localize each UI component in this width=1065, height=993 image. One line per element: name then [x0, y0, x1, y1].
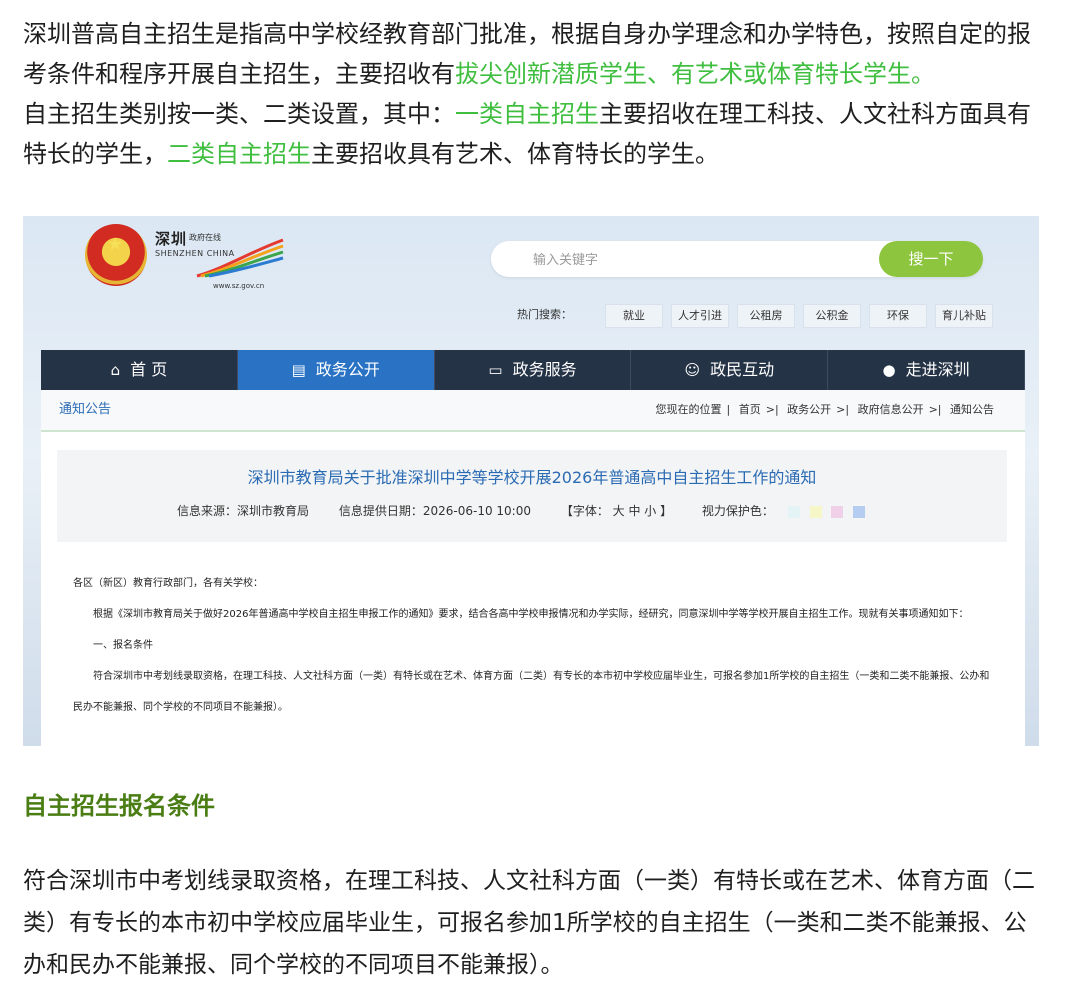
- nav-label: 走进深圳: [905, 360, 970, 379]
- eye-protection-label: 视力保护色：: [701, 504, 774, 518]
- logo-english: SHENZHEN CHINA: [155, 249, 235, 258]
- intro-text: 深圳普高自主招生是指高中学校经教育部门批准，根据自身办学理念和办学特色，按照自定…: [23, 14, 1033, 174]
- logo-swoosh-icon: [196, 238, 284, 278]
- breadcrumb: 您现在的位置 | 首页 >| 政务公开 >| 政府信息公开 >| 通知公告: [655, 403, 994, 416]
- section-title: 通知公告: [59, 402, 112, 417]
- article-meta: 信息来源：深圳市教育局 信息提供日期：2026-06-10 10:00 【字体：…: [177, 502, 866, 519]
- breadcrumb-bar: 通知公告 您现在的位置 | 首页 >| 政务公开 >| 政府信息公开 >| 通知公告: [41, 390, 1025, 432]
- hot-tag[interactable]: 人才引进: [671, 304, 729, 328]
- highlight-text: 拔尖创新潜质学生、有艺术或体育特长学生。: [455, 60, 935, 88]
- section-heading: 自主招生报名条件: [23, 792, 215, 820]
- article-header: 深圳市教育局关于批准深圳中学等学校开展2026年普通高中自主招生工作的通知 信息…: [57, 450, 1007, 542]
- hot-tag[interactable]: 育儿补贴: [935, 304, 993, 328]
- nav-label: 政民互动: [710, 360, 775, 379]
- hot-tag[interactable]: 公租房: [737, 304, 795, 328]
- nav-label: 政务服务: [512, 360, 577, 379]
- nav-about-shenzhen[interactable]: ● 走进深圳: [828, 350, 1025, 390]
- hot-tag[interactable]: 就业: [605, 304, 663, 328]
- font-size-selector[interactable]: 【字体： 大 中 小 】: [561, 504, 672, 518]
- article-paragraph: 根据《深圳市教育局关于做好2026年普通高中学校自主招生申报工作的通知》要求，结…: [93, 609, 969, 620]
- section-body: 符合深圳市中考划线录取资格，在理工科技、人文社科方面（一类）有特长或在艺术、体育…: [23, 860, 1043, 986]
- color-swatch[interactable]: [831, 505, 844, 518]
- hot-tag[interactable]: 公积金: [803, 304, 861, 328]
- people-icon: ☺: [684, 361, 701, 379]
- section-paragraph: 符合深圳市中考划线录取资格，在理工科技、人文社科方面（一类）有特长或在艺术、体育…: [23, 868, 1035, 978]
- article-title: 深圳市教育局关于批准深圳中学等学校开展2026年普通高中自主招生工作的通知: [247, 468, 817, 487]
- logo-subtitle: 政府在线: [189, 233, 221, 242]
- article-date: 信息提供日期：2026-06-10 10:00: [338, 504, 531, 518]
- news-icon: ▤: [291, 361, 306, 379]
- main-nav: ⌂ 首 页 ▤ 政务公开 ▭ 政务服务 ☺ 政民互动 ● 走进深圳: [41, 350, 1025, 390]
- hot-tag[interactable]: 环保: [869, 304, 927, 328]
- article-salutation: 各区（新区）教育行政部门，各有关学校：: [73, 578, 263, 589]
- article-source: 信息来源：深圳市教育局: [177, 504, 310, 518]
- intro-text-d: 主要招收具有艺术、体育特长的学生。: [311, 140, 719, 168]
- color-swatch[interactable]: [809, 505, 822, 518]
- nav-gov-services[interactable]: ▭ 政务服务: [434, 350, 632, 390]
- intro-paragraph-2: 自主招生类别按一类、二类设置，其中：一类自主招生主要招收在理工科技、人文社科方面…: [23, 94, 1033, 174]
- embedded-website-screenshot: ★ 深圳 政府在线 SHENZHEN CHINA www.sz.gov.cn 搜…: [23, 216, 1039, 746]
- intro-paragraph-1: 深圳普高自主招生是指高中学校经教育部门批准，根据自身办学理念和办学特色，按照自定…: [23, 14, 1033, 94]
- breadcrumb-item[interactable]: 政府信息公开: [858, 403, 924, 416]
- breadcrumb-location-label: 您现在的位置: [655, 403, 722, 416]
- logo-chinese: 深圳: [155, 230, 188, 248]
- breadcrumb-item[interactable]: 首页: [739, 403, 761, 416]
- highlight-category-1: 一类自主招生: [455, 100, 599, 128]
- logo-url: www.sz.gov.cn: [213, 282, 265, 290]
- article-body: 各区（新区）教育行政部门，各有关学校： 根据《深圳市教育局关于做好2026年普通…: [73, 568, 993, 723]
- site-logo[interactable]: 深圳 政府在线 SHENZHEN CHINA www.sz.gov.cn: [155, 228, 284, 290]
- intro-text-b: 自主招生类别按一类、二类设置，其中：: [23, 100, 455, 128]
- search-button[interactable]: 搜一下: [879, 241, 983, 277]
- article-heading: 一、报名条件: [93, 640, 153, 651]
- national-emblem-icon: ★: [85, 224, 147, 286]
- nav-home[interactable]: ⌂ 首 页: [41, 350, 238, 390]
- highlight-category-2: 二类自主招生: [167, 140, 311, 168]
- search-input[interactable]: [531, 241, 865, 279]
- info-icon: ●: [882, 361, 896, 379]
- nav-label: 首 页: [130, 360, 168, 379]
- article: 深圳市教育局关于批准深圳中学等学校开展2026年普通高中自主招生工作的通知 信息…: [41, 432, 1025, 746]
- breadcrumb-item[interactable]: 政务公开: [787, 403, 831, 416]
- breadcrumb-item[interactable]: 通知公告: [950, 403, 994, 416]
- color-swatch[interactable]: [787, 505, 800, 518]
- nav-gov-affairs-open[interactable]: ▤ 政务公开: [237, 350, 435, 390]
- article-paragraph: 符合深圳市中考划线录取资格，在理工科技、人文社科方面（一类）有特长或在艺术、体育…: [73, 671, 990, 713]
- monitor-icon: ▭: [488, 361, 503, 379]
- hot-search-label: 热门搜索：: [517, 308, 572, 321]
- color-swatch[interactable]: [853, 505, 866, 518]
- nav-label: 政务公开: [315, 360, 380, 379]
- nav-interaction[interactable]: ☺ 政民互动: [631, 350, 829, 390]
- home-icon: ⌂: [110, 361, 121, 379]
